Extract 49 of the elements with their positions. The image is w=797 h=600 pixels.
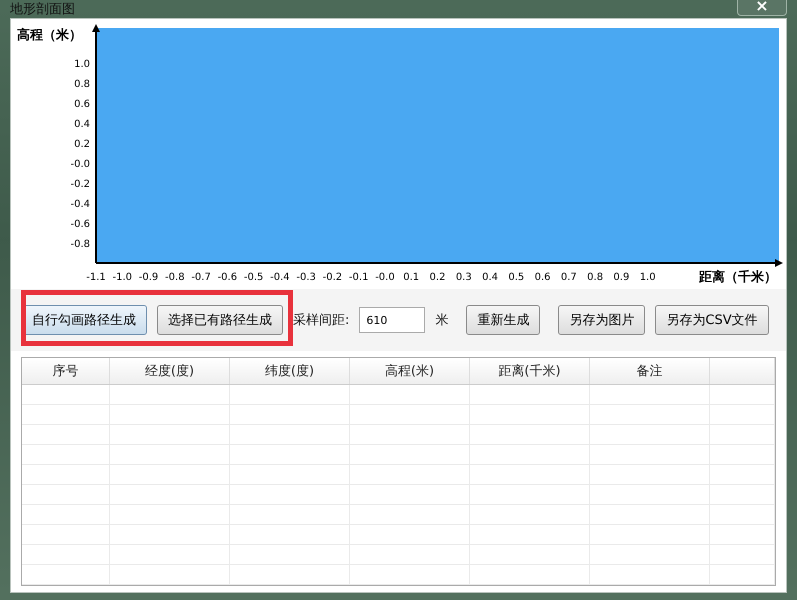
column-header: 距离(千米) — [470, 358, 590, 384]
y-tick-label: 0.4 — [74, 119, 90, 130]
x-tick-label: -1.0 — [112, 272, 132, 283]
y-tick-label: 0.6 — [74, 99, 90, 110]
column-header: 经度(度) — [110, 358, 230, 384]
x-tick-label: 0.7 — [560, 272, 577, 283]
y-tick-label: 0.2 — [74, 139, 90, 150]
pick-path-button[interactable]: 选择已有路径生成 — [157, 305, 283, 335]
y-tick-label: -0.8 — [70, 239, 90, 250]
x-tick-label: 0.3 — [456, 272, 472, 283]
x-tick-label: 0.2 — [430, 272, 446, 283]
x-tick-label: 0.8 — [587, 272, 604, 283]
y-axis-title: 高程（米） — [17, 28, 82, 43]
window-title: 地形剖面图 — [10, 1, 75, 18]
x-axis-title: 距离（千米） — [699, 270, 777, 285]
interval-label: 采样间距: — [293, 312, 350, 329]
unit-label: 米 — [435, 312, 448, 329]
x-tick-label: -0.6 — [218, 272, 238, 283]
column-header: 高程(米) — [350, 358, 470, 384]
x-tick-label: 0.4 — [482, 272, 498, 283]
y-tick-label: -0.0 — [70, 159, 90, 170]
x-tick-label: -0.4 — [270, 272, 290, 283]
x-tick-label: 0.6 — [534, 272, 551, 283]
x-tick-label: 1.0 — [640, 272, 656, 283]
x-tick-label: -0.8 — [165, 272, 185, 283]
y-tick-label: -0.2 — [70, 179, 90, 190]
regenerate-button[interactable]: 重新生成 — [466, 305, 540, 335]
y-tick-label: -0.4 — [70, 199, 90, 210]
x-tick-label: -0.1 — [348, 272, 368, 283]
close-button[interactable]: × — [737, 0, 787, 16]
x-tick-label: -0.2 — [322, 272, 342, 283]
column-header: 备注 — [590, 358, 710, 384]
x-tick-label: 0.9 — [613, 272, 630, 283]
y-tick-label: 0.8 — [74, 79, 90, 90]
interval-input[interactable]: 610 — [359, 307, 426, 333]
y-tick-label: 1.0 — [74, 59, 90, 70]
column-header: 纬度(度) — [230, 358, 350, 384]
column-header: 序号 — [22, 358, 110, 384]
x-tick-label: 0.1 — [403, 272, 420, 283]
x-tick-label: -0.9 — [138, 272, 158, 283]
x-tick-label: -0.7 — [191, 272, 211, 283]
x-tick-label: -0.0 — [375, 272, 395, 283]
x-tick-label: 0.5 — [508, 272, 524, 283]
x-tick-label: -1.1 — [86, 272, 106, 283]
save-csv-button[interactable]: 另存为CSV文件 — [655, 305, 769, 335]
x-tick-label: -0.5 — [244, 272, 264, 283]
y-tick-label: -0.6 — [70, 219, 90, 230]
save-image-button[interactable]: 另存为图片 — [558, 305, 646, 335]
x-tick-label: -0.3 — [296, 272, 316, 283]
